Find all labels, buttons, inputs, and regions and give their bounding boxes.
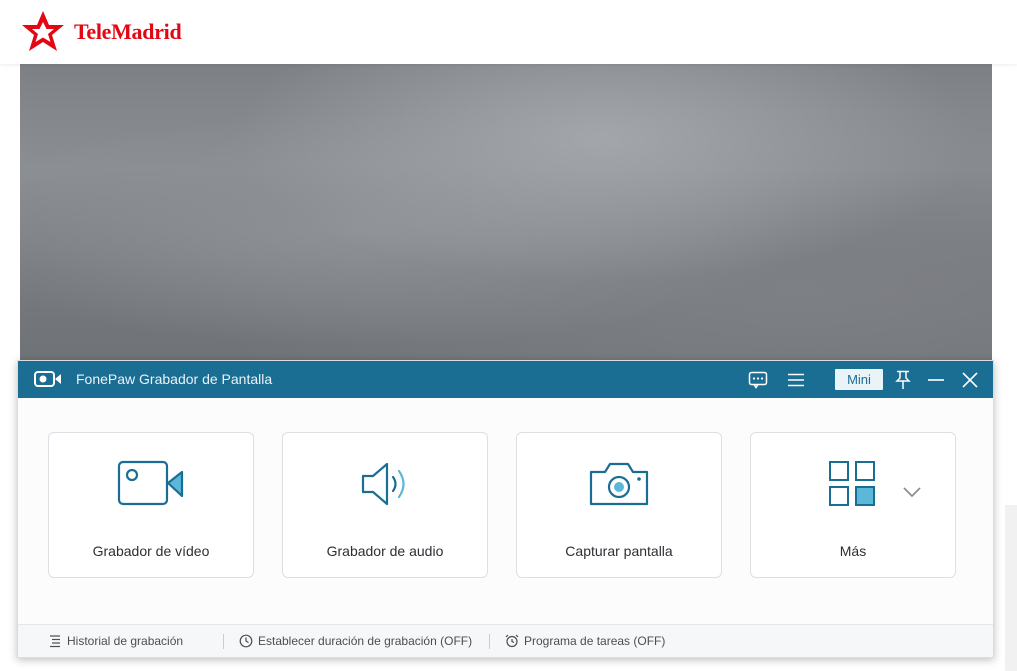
site-brand-name: TeleMadrid xyxy=(74,19,182,44)
screen-capture-card[interactable]: Capturar pantalla xyxy=(516,432,722,578)
star-logo-icon xyxy=(22,11,64,51)
close-button[interactable] xyxy=(958,361,982,398)
recorder-window: FonePaw Grabador de Pantalla Mini Grabad… xyxy=(17,360,994,658)
recorder-title: FonePaw Grabador de Pantalla xyxy=(76,371,273,387)
video-camera-icon xyxy=(117,460,184,506)
clock-icon xyxy=(239,634,253,648)
history-label: Historial de grabación xyxy=(67,634,184,648)
chat-icon xyxy=(748,371,768,389)
recorder-titlebar[interactable]: FonePaw Grabador de Pantalla Mini xyxy=(18,361,993,398)
pin-button[interactable] xyxy=(891,361,915,398)
footer-divider xyxy=(223,634,224,649)
audio-recorder-label: Grabador de audio xyxy=(326,543,444,559)
minimize-icon xyxy=(928,378,944,381)
video-recorder-card[interactable]: Grabador de vídeo xyxy=(48,432,254,578)
camera-icon xyxy=(589,462,649,506)
recorder-content: Grabador de vídeo Grabador de audio Capt… xyxy=(18,398,993,624)
schedule-link[interactable]: Programa de tareas (OFF) xyxy=(505,634,665,648)
speaker-icon xyxy=(361,462,405,506)
alarm-clock-icon xyxy=(505,634,519,648)
footer-divider xyxy=(489,634,490,649)
list-icon xyxy=(50,635,60,648)
video-player[interactable] xyxy=(20,64,992,364)
menu-button[interactable] xyxy=(784,361,808,398)
more-card[interactable]: Más xyxy=(750,432,956,578)
video-recorder-label: Grabador de vídeo xyxy=(92,543,210,559)
close-icon xyxy=(962,371,978,388)
history-link[interactable]: Historial de grabación xyxy=(48,634,183,648)
pin-icon xyxy=(895,370,911,389)
recorder-logo-icon xyxy=(34,370,62,393)
audio-recorder-card[interactable]: Grabador de audio xyxy=(282,432,488,578)
recorder-footer: Historial de grabación Establecer duraci… xyxy=(18,624,993,657)
minimize-button[interactable] xyxy=(924,361,948,398)
screen-capture-label: Capturar pantalla xyxy=(565,543,673,559)
site-header: TeleMadrid xyxy=(0,0,1017,64)
chevron-down-icon[interactable] xyxy=(901,485,923,499)
duration-link[interactable]: Establecer duración de grabación (OFF) xyxy=(239,634,472,648)
duration-label: Establecer duración de grabación (OFF) xyxy=(258,634,473,648)
grid-icon xyxy=(829,461,875,506)
site-logo[interactable]: TeleMadrid xyxy=(20,10,182,54)
mini-mode-button[interactable]: Mini xyxy=(835,369,883,390)
page-scroll-strip xyxy=(1005,505,1017,671)
hamburger-icon xyxy=(788,373,804,386)
more-label: Más xyxy=(839,543,867,559)
schedule-label: Programa de tareas (OFF) xyxy=(524,634,666,648)
feedback-button[interactable] xyxy=(746,361,770,398)
